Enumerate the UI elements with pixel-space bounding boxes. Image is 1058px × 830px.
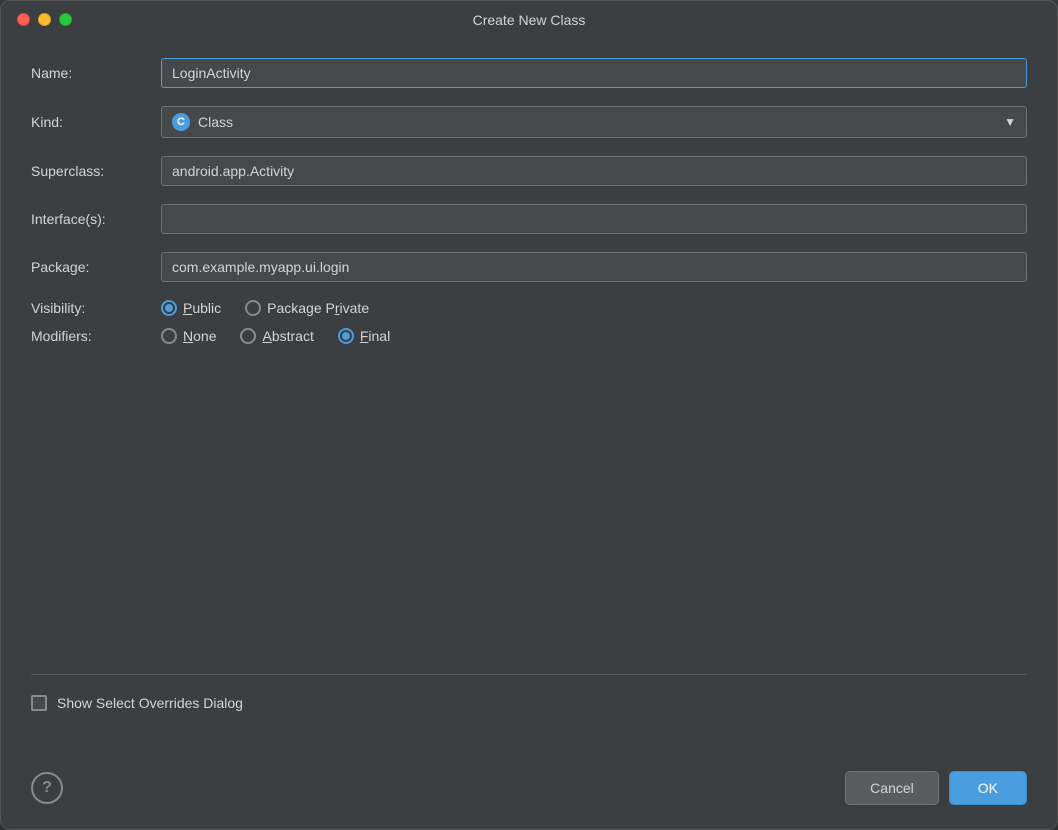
kind-value: Class bbox=[198, 114, 1004, 130]
interfaces-row: Interface(s): bbox=[31, 204, 1027, 234]
show-overrides-checkbox[interactable] bbox=[31, 695, 47, 711]
maximize-button[interactable] bbox=[59, 13, 72, 26]
kind-icon: C bbox=[172, 113, 190, 131]
superclass-label: Superclass: bbox=[31, 163, 161, 179]
modifier-abstract-label: Abstract bbox=[262, 328, 313, 344]
modifier-final-label: Final bbox=[360, 328, 390, 344]
visibility-package-private-option[interactable]: Package Private bbox=[245, 300, 369, 316]
ok-button[interactable]: OK bbox=[949, 771, 1027, 805]
dialog-window: Create New Class Name: Kind: C Class ▼ S… bbox=[0, 0, 1058, 830]
visibility-package-private-label: Package Private bbox=[267, 300, 369, 316]
kind-label: Kind: bbox=[31, 114, 161, 130]
visibility-public-option[interactable]: Public bbox=[161, 300, 221, 316]
visibility-package-private-radio[interactable] bbox=[245, 300, 261, 316]
dialog-body: Name: Kind: C Class ▼ Superclass: Interf… bbox=[1, 38, 1057, 751]
modifier-none-label: None bbox=[183, 328, 216, 344]
package-input[interactable] bbox=[161, 252, 1027, 282]
cancel-button[interactable]: Cancel bbox=[845, 771, 939, 805]
superclass-row: Superclass: bbox=[31, 156, 1027, 186]
modifiers-row: Modifiers: None Abstract Final bbox=[31, 328, 1027, 344]
close-button[interactable] bbox=[17, 13, 30, 26]
name-label: Name: bbox=[31, 65, 161, 81]
package-label: Package: bbox=[31, 259, 161, 275]
visibility-label: Visibility: bbox=[31, 300, 161, 316]
kind-dropdown[interactable]: C Class ▼ bbox=[161, 106, 1027, 138]
action-buttons: Cancel OK bbox=[845, 771, 1027, 805]
visibility-public-label: Public bbox=[183, 300, 221, 316]
package-row: Package: bbox=[31, 252, 1027, 282]
visibility-radio-group: Public Package Private bbox=[161, 300, 1027, 316]
name-input[interactable] bbox=[161, 58, 1027, 88]
modifiers-label: Modifiers: bbox=[31, 328, 161, 344]
modifiers-radio-group: None Abstract Final bbox=[161, 328, 1027, 344]
modifier-abstract-radio[interactable] bbox=[240, 328, 256, 344]
show-overrides-label: Show Select Overrides Dialog bbox=[57, 695, 243, 711]
visibility-row: Visibility: Public Package Private bbox=[31, 300, 1027, 316]
traffic-lights bbox=[17, 13, 72, 26]
kind-row: Kind: C Class ▼ bbox=[31, 106, 1027, 138]
title-bar: Create New Class bbox=[1, 1, 1057, 38]
dialog-title: Create New Class bbox=[473, 12, 586, 28]
modifier-final-option[interactable]: Final bbox=[338, 328, 390, 344]
visibility-public-radio[interactable] bbox=[161, 300, 177, 316]
name-row: Name: bbox=[31, 58, 1027, 88]
help-button[interactable]: ? bbox=[31, 772, 63, 804]
modifier-final-radio[interactable] bbox=[338, 328, 354, 344]
modifier-none-radio[interactable] bbox=[161, 328, 177, 344]
superclass-input[interactable] bbox=[161, 156, 1027, 186]
interfaces-label: Interface(s): bbox=[31, 211, 161, 227]
chevron-down-icon: ▼ bbox=[1004, 115, 1016, 129]
checkbox-row: Show Select Overrides Dialog bbox=[31, 695, 1027, 711]
dialog-footer: ? Cancel OK bbox=[1, 751, 1057, 829]
modifier-abstract-option[interactable]: Abstract bbox=[240, 328, 313, 344]
modifier-none-option[interactable]: None bbox=[161, 328, 216, 344]
interfaces-input[interactable] bbox=[161, 204, 1027, 234]
divider bbox=[31, 674, 1027, 675]
minimize-button[interactable] bbox=[38, 13, 51, 26]
